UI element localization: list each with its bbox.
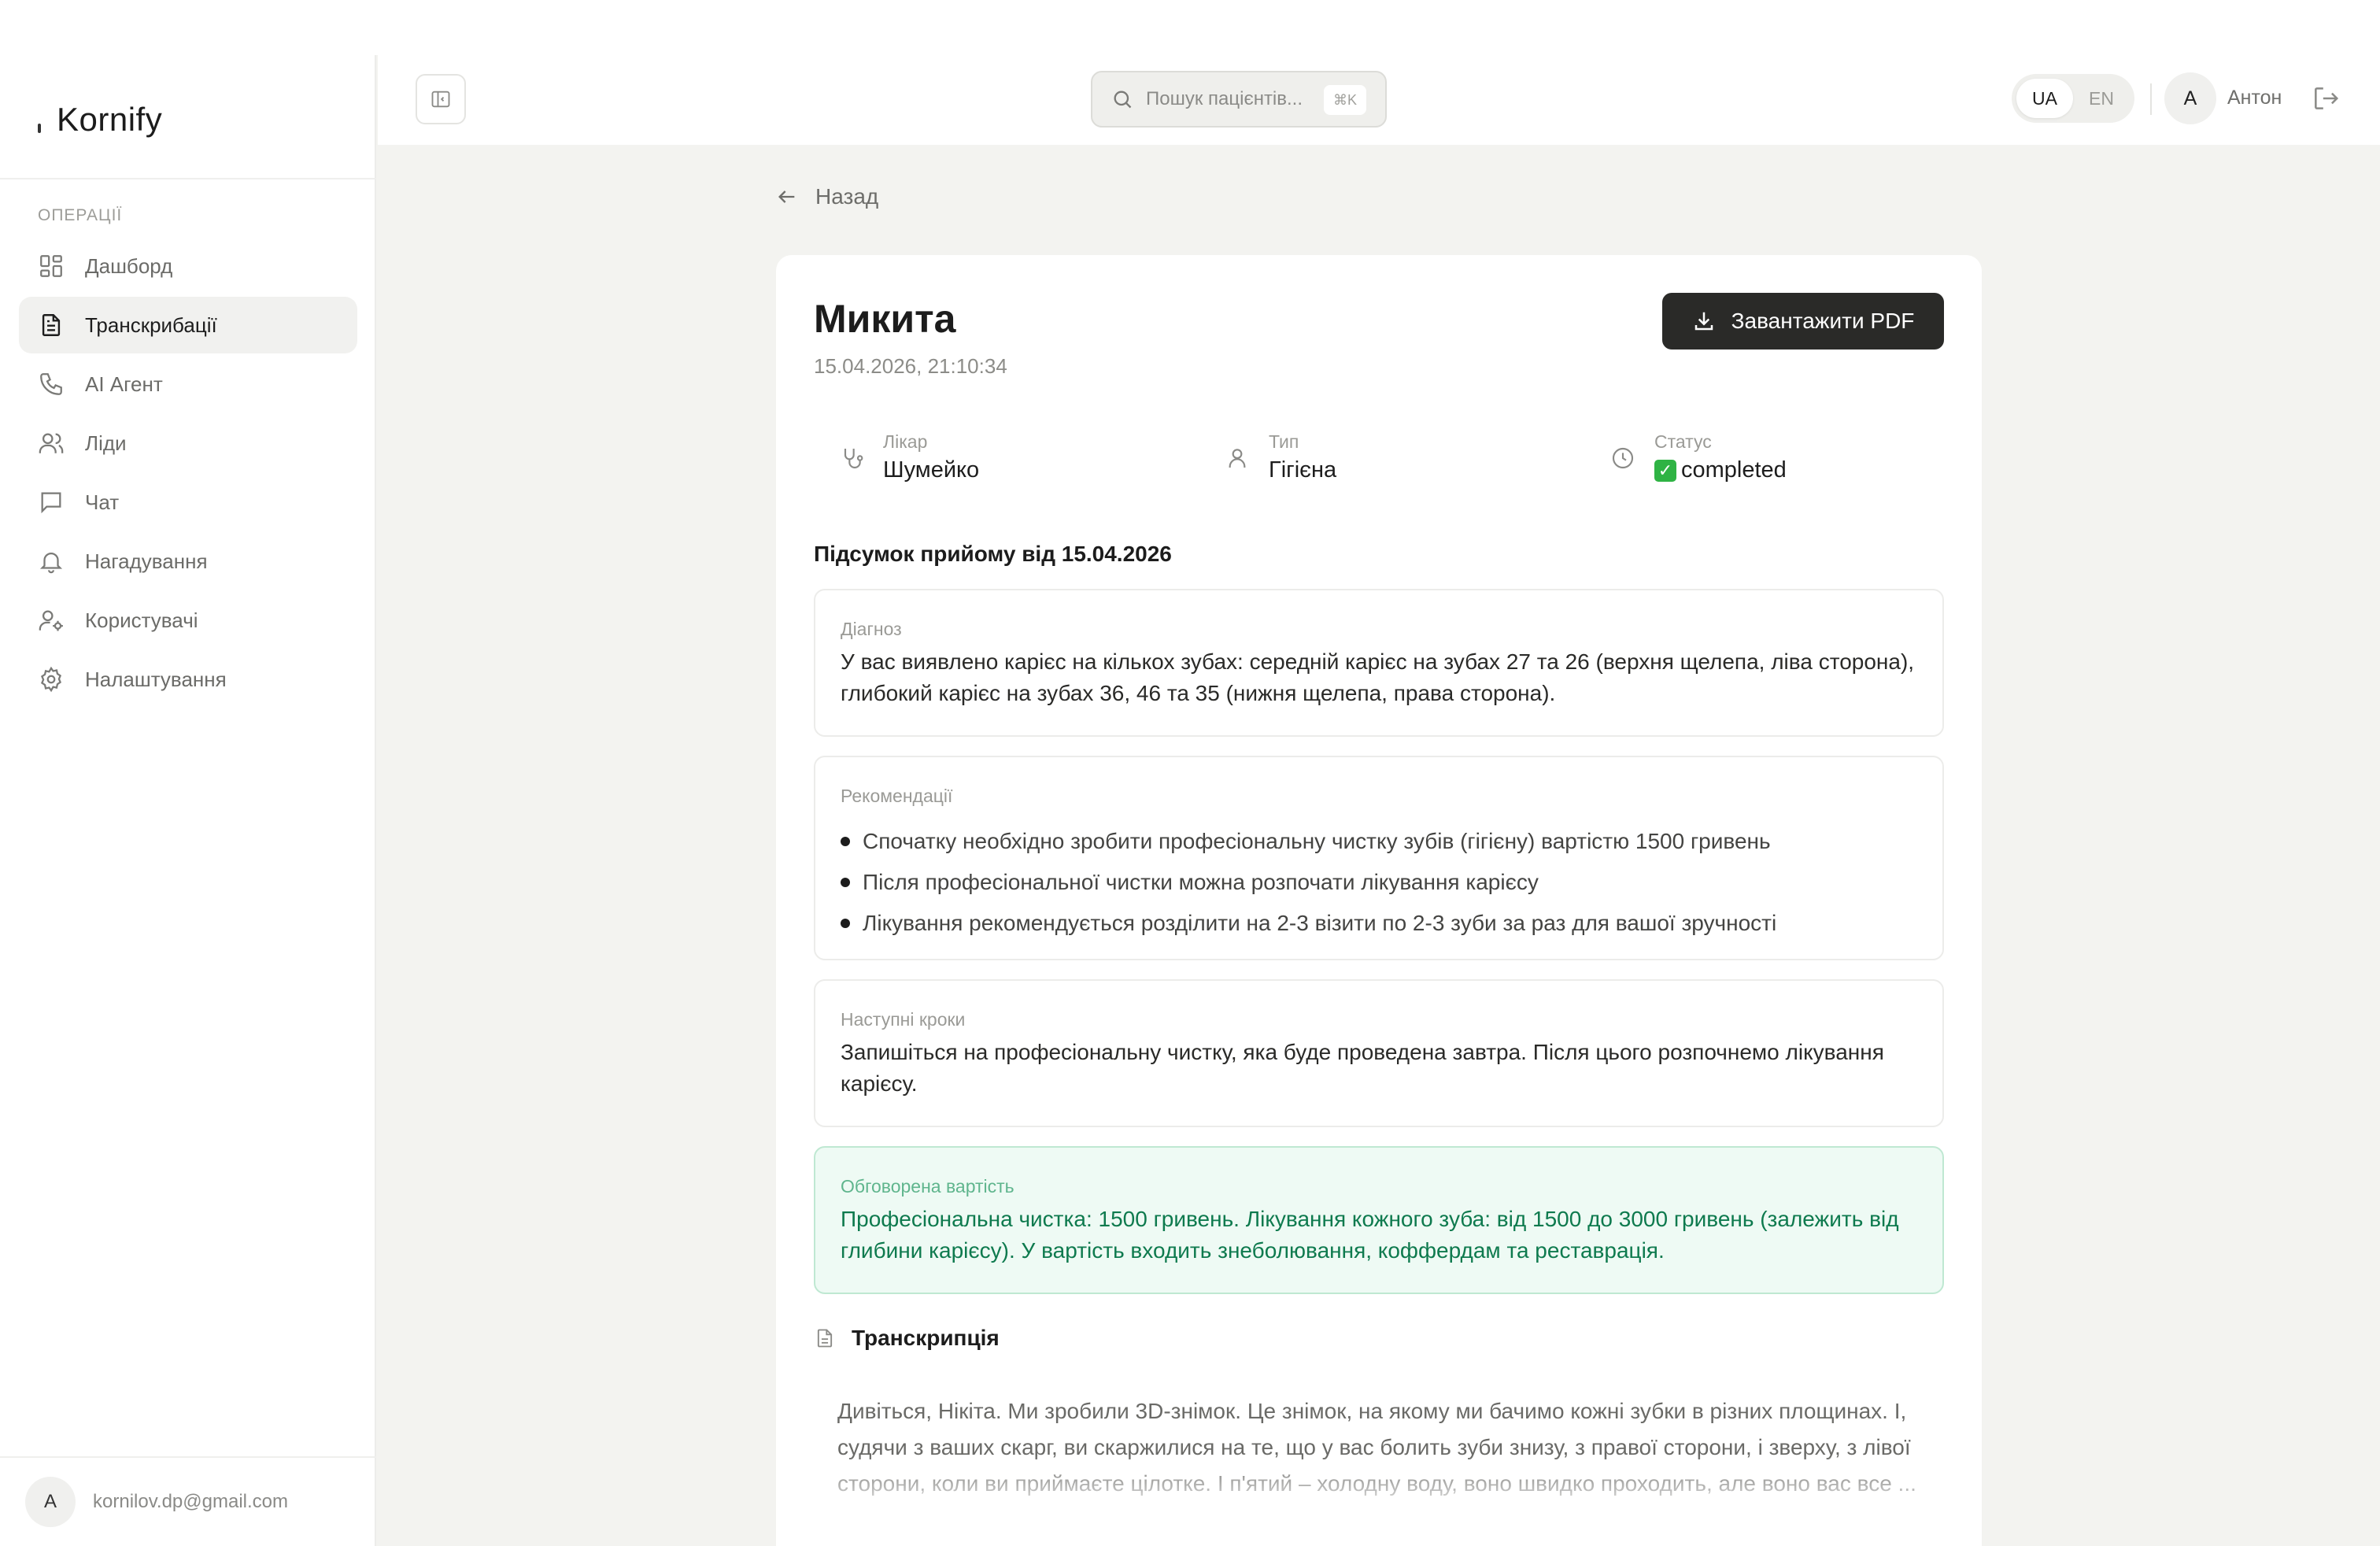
back-label: Назад bbox=[815, 184, 879, 209]
header-divider bbox=[2150, 83, 2152, 115]
brand-logo[interactable]: Kornify bbox=[38, 96, 162, 143]
sidebar-item-chat[interactable]: Чат bbox=[19, 474, 357, 531]
meta-value: Шумейко bbox=[883, 457, 980, 483]
sidebar-item-reminders[interactable]: Нагадування bbox=[19, 533, 357, 590]
user-settings-icon bbox=[39, 610, 63, 631]
meta-label: Статус bbox=[1654, 431, 1712, 452]
back-link[interactable]: Назад bbox=[776, 184, 878, 209]
sidebar-item-label: Нагадування bbox=[85, 549, 208, 573]
meta-type: Тип Гігієна bbox=[1225, 431, 1336, 483]
search-input[interactable]: Пошук пацієнтів... ⌘K bbox=[1091, 71, 1387, 128]
sidebar-user[interactable]: A kornilov.dp@gmail.com bbox=[25, 1477, 288, 1527]
cost-section: Обговорена вартість Професіональна чистк… bbox=[814, 1146, 1944, 1294]
meta-value: Гігієна bbox=[1269, 457, 1337, 483]
top-header: Пошук пацієнтів... ⌘K UA EN A Антон bbox=[378, 55, 2380, 145]
cost-text: Професіональна чистка: 1500 гривень. Лік… bbox=[841, 1207, 1899, 1263]
sidebar-item-ai-agent[interactable]: AI Агент bbox=[19, 356, 357, 412]
panel-collapse-icon bbox=[431, 91, 450, 108]
clock-icon bbox=[1612, 447, 1634, 469]
sidebar-item-label: Налаштування bbox=[85, 667, 227, 691]
recommendations-list: Спочатку необхідно зробити професіональн… bbox=[841, 821, 1917, 944]
lang-option-en[interactable]: EN bbox=[2073, 79, 2130, 118]
sidebar-footer-divider bbox=[0, 1456, 376, 1458]
meta-doctor: Лікар Шумейко bbox=[839, 431, 979, 483]
list-item: Після професіональної чистки можна розпо… bbox=[841, 862, 1917, 903]
transcript-heading: Транскрипція bbox=[814, 1326, 1000, 1351]
sidebar-item-label: Транскрибації bbox=[85, 313, 217, 337]
user-icon bbox=[1229, 449, 1246, 468]
next-steps-text: Запишіться на професіональну чистку, яка… bbox=[841, 1040, 1884, 1096]
transcript-title: Транскрипція bbox=[852, 1326, 1000, 1350]
sidebar-item-label: Ліди bbox=[85, 431, 127, 455]
transcript-fade bbox=[837, 1455, 1924, 1502]
download-pdf-button[interactable]: Завантажити PDF bbox=[1662, 293, 1944, 350]
dashboard-icon bbox=[40, 255, 62, 277]
sidebar-item-transcriptions[interactable]: Транскрибації bbox=[19, 297, 357, 353]
section-label: Наступні кроки bbox=[841, 1009, 966, 1030]
sidebar-item-users[interactable]: Користувачі bbox=[19, 592, 357, 649]
avatar: A bbox=[25, 1477, 76, 1527]
logo-mark-icon bbox=[38, 124, 41, 133]
section-label: Рекомендації bbox=[841, 786, 953, 806]
next-steps-section: Наступні кроки Запишіться на професіонал… bbox=[814, 979, 1944, 1127]
search-placeholder: Пошук пацієнтів... bbox=[1146, 88, 1303, 109]
user-name[interactable]: Антон bbox=[2227, 87, 2282, 109]
list-item: Лікування рекомендується розділити на 2-… bbox=[841, 903, 1917, 944]
meta-status: Статус ✓ completed bbox=[1610, 431, 1787, 483]
section-label: Обговорена вартість bbox=[841, 1176, 1014, 1196]
page-title: Микита bbox=[814, 297, 956, 341]
sidebar-nav: Дашборд Транскрибації AI Агент Ліди Чат … bbox=[19, 238, 357, 710]
diagnosis-section: Діагноз У вас виявлено карієс на кількох… bbox=[814, 589, 1944, 737]
sidebar-section-title: ОПЕРАЦІЇ bbox=[38, 206, 123, 224]
chat-icon bbox=[41, 492, 61, 514]
sidebar: Kornify ОПЕРАЦІЇ Дашборд Транскрибації A… bbox=[0, 55, 376, 1546]
gear-icon bbox=[40, 666, 62, 693]
diagnosis-text: У вас виявлено карієс на кількох зубах: … bbox=[841, 649, 1915, 705]
top-strip bbox=[0, 0, 2380, 55]
timestamp: 15.04.2026, 21:10:34 bbox=[814, 354, 1007, 378]
meta-label: Лікар bbox=[883, 431, 928, 452]
sidebar-item-label: Користувачі bbox=[85, 608, 198, 632]
stethoscope-icon bbox=[844, 449, 863, 469]
summary-title: Підсумок прийому від 15.04.2026 bbox=[814, 542, 1172, 566]
bell-icon bbox=[39, 553, 63, 574]
logout-icon[interactable] bbox=[2311, 83, 2341, 113]
phone-icon bbox=[40, 373, 62, 395]
avatar[interactable]: A bbox=[2164, 72, 2216, 124]
transcription-card: Микита 15.04.2026, 21:10:34 Завантажити … bbox=[776, 255, 1982, 1546]
sidebar-item-label: Дашборд bbox=[85, 253, 173, 278]
download-pdf-label: Завантажити PDF bbox=[1731, 309, 1915, 333]
lang-option-ua[interactable]: UA bbox=[2016, 79, 2073, 118]
status-badge: ✓ completed bbox=[1654, 457, 1787, 483]
sidebar-divider bbox=[0, 178, 376, 179]
recommendations-section: Рекомендації Спочатку необхідно зробити … bbox=[814, 756, 1944, 960]
search-icon bbox=[1114, 91, 1132, 109]
sidebar-item-label: Чат bbox=[85, 490, 120, 514]
status-value: completed bbox=[1681, 457, 1787, 483]
arrow-left-icon bbox=[778, 190, 795, 203]
brand-name: Kornify bbox=[57, 101, 163, 138]
sidebar-item-leads[interactable]: Ліди bbox=[19, 415, 357, 472]
sidebar-item-settings[interactable]: Налаштування bbox=[19, 651, 357, 708]
sidebar-toggle-button[interactable] bbox=[416, 74, 466, 124]
file-icon bbox=[817, 1329, 833, 1348]
language-switcher: UA EN bbox=[2012, 74, 2134, 123]
sidebar-item-label: AI Агент bbox=[85, 372, 163, 396]
sidebar-item-dashboard[interactable]: Дашборд bbox=[19, 238, 357, 294]
users-icon bbox=[39, 433, 64, 453]
download-icon bbox=[1694, 312, 1713, 331]
list-item: Спочатку необхідно зробити професіональн… bbox=[841, 821, 1917, 862]
search-shortcut: ⌘K bbox=[1323, 85, 1366, 115]
section-label: Діагноз bbox=[841, 619, 902, 639]
document-icon bbox=[42, 314, 61, 336]
check-icon: ✓ bbox=[1654, 459, 1676, 482]
user-email: kornilov.dp@gmail.com bbox=[93, 1491, 289, 1512]
meta-label: Тип bbox=[1269, 431, 1299, 452]
